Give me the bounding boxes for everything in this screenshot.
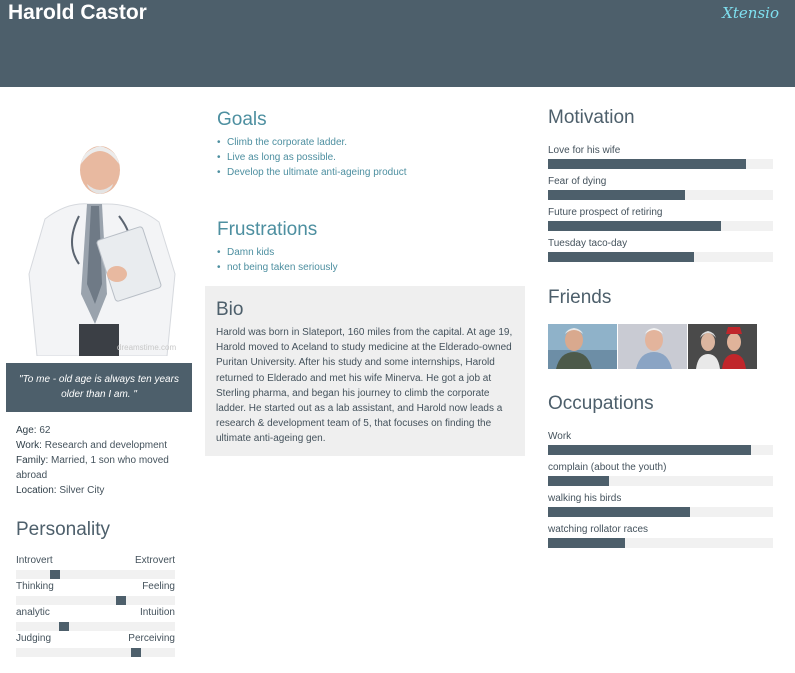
- bar-fill: [548, 538, 625, 548]
- fact-location: Location: Silver City: [16, 485, 105, 496]
- persona-name: Harold Castor: [8, 1, 147, 24]
- bar-fill: [548, 221, 722, 231]
- header-banner: Harold Castor Xtensio: [0, 0, 795, 87]
- occupations-title: Occupations: [548, 393, 654, 414]
- occupation-bar: complain (about the youth): [548, 462, 773, 487]
- personality-slider: analytic Intuition: [16, 607, 175, 633]
- friends-title: Friends: [548, 287, 612, 308]
- goals-title: Goals: [217, 109, 267, 130]
- friends-gallery: [548, 324, 758, 369]
- personality-slider: Judging Perceiving: [16, 633, 175, 659]
- slider-knob: [50, 570, 61, 579]
- brand-logo[interactable]: Xtensio: [722, 4, 779, 22]
- bio-panel: Bio Harold was born in Slateport, 160 mi…: [205, 286, 525, 456]
- bar-fill: [548, 159, 746, 169]
- bar-fill: [548, 507, 690, 517]
- slider-knob: [130, 648, 141, 657]
- frustrations-list: Damn kids not being taken seriously: [217, 245, 338, 275]
- slider-track: [16, 570, 175, 579]
- slider-knob: [115, 596, 126, 605]
- motivation-title: Motivation: [548, 107, 635, 128]
- slider-track: [16, 648, 175, 657]
- persona-quote: "To me - old age is always ten years old…: [6, 363, 192, 412]
- list-item: Damn kids: [217, 245, 338, 260]
- motivation-bar: Future prospect of retiring: [548, 207, 773, 232]
- motivation-bar: Fear of dying: [548, 176, 773, 201]
- list-item: Live as long as possible.: [217, 150, 407, 165]
- frustrations-title: Frustrations: [217, 219, 318, 240]
- doctor-photo-illustration: dreamstime.com: [7, 124, 192, 356]
- bar-fill: [548, 445, 751, 455]
- list-item: Climb the corporate ladder.: [217, 135, 407, 150]
- list-item: Develop the ultimate anti-ageing product: [217, 165, 407, 180]
- occupation-bar: Work: [548, 431, 773, 456]
- friend-photo[interactable]: [618, 324, 687, 369]
- list-item: not being taken seriously: [217, 260, 338, 275]
- photo-watermark: dreamstime.com: [117, 343, 176, 352]
- occupation-bar: walking his birds: [548, 493, 773, 518]
- friend-photo[interactable]: [688, 324, 757, 369]
- personality-slider: Thinking Feeling: [16, 581, 175, 607]
- persona-photo: dreamstime.com: [7, 124, 192, 356]
- slider-track: [16, 596, 175, 605]
- bar-fill: [548, 476, 609, 486]
- occupation-bar: watching rollator races: [548, 524, 773, 549]
- goals-list: Climb the corporate ladder. Live as long…: [217, 135, 407, 180]
- motivation-bar: Tuesday taco-day: [548, 238, 773, 263]
- fact-work: Work: Research and development: [16, 440, 168, 451]
- slider-knob: [59, 622, 70, 631]
- fact-age: Age: 62: [16, 425, 51, 436]
- personality-title: Personality: [16, 519, 110, 540]
- motivation-bar: Love for his wife: [548, 145, 773, 170]
- slider-track: [16, 622, 175, 631]
- persona-facts: Age: 62 Work: Research and development F…: [16, 423, 191, 498]
- friend-photo[interactable]: [548, 324, 617, 369]
- fact-family: Family: Married, 1 son who moved abroad: [16, 455, 169, 481]
- bar-fill: [548, 190, 686, 200]
- bar-fill: [548, 252, 695, 262]
- bio-title: Bio: [216, 299, 244, 320]
- bio-text: Harold was born in Slateport, 160 miles …: [216, 327, 513, 445]
- personality-slider: Introvert Extrovert: [16, 555, 175, 581]
